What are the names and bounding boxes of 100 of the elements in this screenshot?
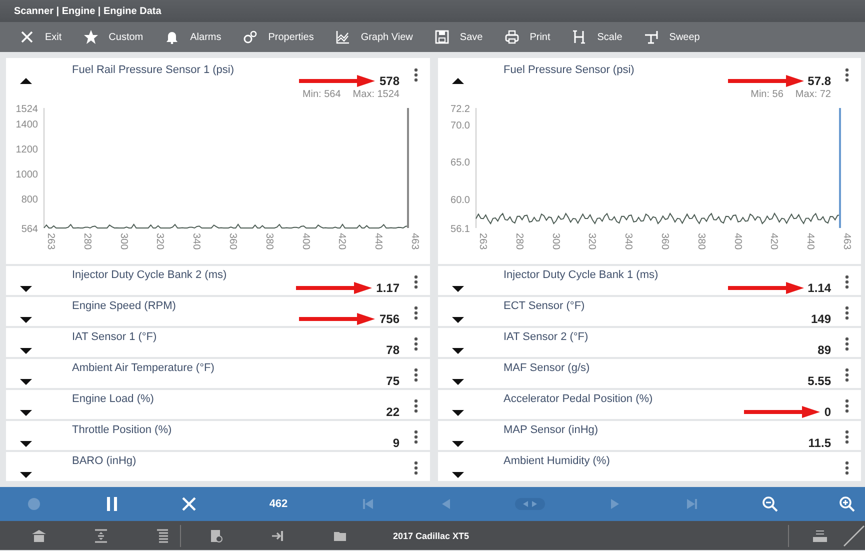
axis-label: 463 — [840, 233, 852, 250]
axis-label: 280 — [81, 233, 92, 250]
toolbar-button[interactable]: Save — [426, 25, 491, 49]
more-icon[interactable] — [414, 399, 418, 413]
sensor-name: BARO (inHg) — [72, 455, 138, 467]
more-icon[interactable] — [845, 430, 849, 444]
more-icon[interactable] — [414, 337, 418, 351]
axis-label: 380 — [694, 233, 706, 250]
toolbar-button[interactable]: Sweep — [636, 25, 708, 49]
more-icon[interactable] — [414, 68, 418, 82]
more-icon[interactable] — [845, 68, 849, 82]
expand-icon[interactable] — [452, 440, 464, 448]
axis-label: 400 — [300, 233, 311, 250]
sensor-name: Engine Speed (RPM) — [72, 300, 177, 312]
more-icon[interactable] — [845, 368, 849, 382]
document-icon[interactable] — [209, 528, 223, 542]
toolbar-button[interactable]: Properties — [235, 25, 322, 49]
collapse-icon[interactable] — [20, 77, 32, 85]
axis-label: 800 — [21, 194, 38, 206]
toolbar-button[interactable]: Print — [496, 25, 558, 49]
axis-label: 263 — [45, 233, 56, 250]
more-icon[interactable] — [845, 306, 849, 320]
bell-icon — [165, 30, 180, 44]
axis-label: 564 — [21, 224, 38, 235]
sweep-icon — [644, 30, 658, 44]
expand-icon[interactable] — [452, 471, 464, 479]
toolbar-button[interactable]: Exit — [12, 25, 70, 49]
expand-icon[interactable] — [20, 409, 32, 417]
axis-label: 360 — [227, 233, 238, 250]
list-icon[interactable] — [156, 528, 170, 542]
more-icon[interactable] — [845, 337, 849, 351]
sensor-value: 78 — [386, 343, 400, 357]
expand-icon[interactable] — [20, 440, 32, 448]
min-value: Min: 564 — [302, 89, 341, 100]
more-icon[interactable] — [845, 399, 849, 413]
sensor-value: 1.17 — [376, 281, 400, 295]
toolbar-button[interactable]: Custom — [76, 25, 152, 49]
align-center-icon[interactable] — [94, 528, 108, 542]
expand-icon[interactable] — [452, 347, 464, 355]
more-icon[interactable] — [414, 275, 418, 289]
connector-icon[interactable] — [811, 528, 829, 544]
axis-label: 320 — [586, 233, 597, 250]
expand-icon[interactable] — [452, 316, 464, 324]
more-icon[interactable] — [414, 368, 418, 382]
vehicle-name: 2017 Cadillac XT5 — [393, 530, 470, 540]
max-value: Max: 72 — [795, 89, 831, 100]
axis-label: 1400 — [16, 120, 38, 130]
toolbar-button[interactable]: Alarms — [157, 25, 230, 49]
axis-label: 60.0 — [450, 194, 470, 206]
more-icon[interactable] — [845, 275, 849, 289]
sensor-value: 11.5 — [808, 436, 831, 450]
axis-label: 300 — [549, 233, 560, 250]
toolbar-button[interactable]: Scale — [564, 25, 630, 49]
more-icon[interactable] — [414, 430, 418, 444]
sensor-name: Throttle Position (%) — [72, 424, 173, 436]
collapse-icon[interactable] — [452, 77, 464, 85]
expand-icon[interactable] — [20, 285, 32, 293]
more-icon[interactable] — [845, 461, 849, 475]
axis-label: 463 — [409, 233, 420, 250]
axis-label: 1524 — [16, 104, 38, 115]
close-button[interactable] — [181, 496, 197, 512]
home-icon[interactable] — [32, 528, 46, 542]
expand-icon[interactable] — [20, 378, 32, 386]
axis-label: 1200 — [16, 144, 38, 156]
sensor-name: Fuel Pressure Sensor (psi) — [504, 64, 636, 76]
sensor-name: IAT Sensor 1 (°F) — [72, 331, 158, 343]
axis-label: 380 — [263, 233, 274, 250]
close-icon — [20, 30, 34, 44]
import-icon[interactable] — [271, 528, 285, 542]
scale-icon — [572, 30, 586, 44]
axis-label: 263 — [476, 233, 488, 250]
toolbar-button[interactable]: Graph View — [328, 25, 421, 49]
expand-icon[interactable] — [20, 316, 32, 324]
more-icon[interactable] — [414, 306, 418, 320]
cursor-line[interactable] — [838, 108, 840, 228]
axis-label: 360 — [658, 233, 670, 250]
sensor-value: 149 — [810, 312, 831, 326]
zoom-in-button[interactable] — [839, 496, 855, 512]
expand-icon[interactable] — [452, 378, 464, 386]
window-title: Scanner | Engine | Engine Data — [13, 5, 162, 17]
gears-icon — [243, 30, 258, 44]
axis-label: 420 — [768, 233, 779, 250]
sensor-value: 0 — [824, 405, 831, 419]
expand-icon[interactable] — [452, 409, 464, 417]
expand-icon[interactable] — [20, 347, 32, 355]
print-icon — [504, 30, 519, 44]
zoom-out-button[interactable] — [762, 496, 778, 512]
sensor-value: 1.14 — [808, 281, 831, 295]
sensor-name: MAP Sensor (inHg) — [504, 424, 600, 436]
axis-label: 340 — [190, 233, 202, 250]
expand-icon[interactable] — [452, 285, 464, 293]
expand-icon[interactable] — [20, 471, 32, 479]
axis-label: 400 — [731, 233, 742, 250]
star-icon — [84, 30, 98, 44]
more-icon[interactable] — [414, 461, 418, 475]
sensor-value: 578 — [379, 74, 400, 88]
sensor-name: Injector Duty Cycle Bank 1 (ms) — [504, 269, 660, 281]
sensor-name: Injector Duty Cycle Bank 2 (ms) — [72, 269, 228, 281]
axis-label: 56.1 — [450, 224, 470, 235]
sensor-name: Engine Load (%) — [72, 393, 155, 405]
